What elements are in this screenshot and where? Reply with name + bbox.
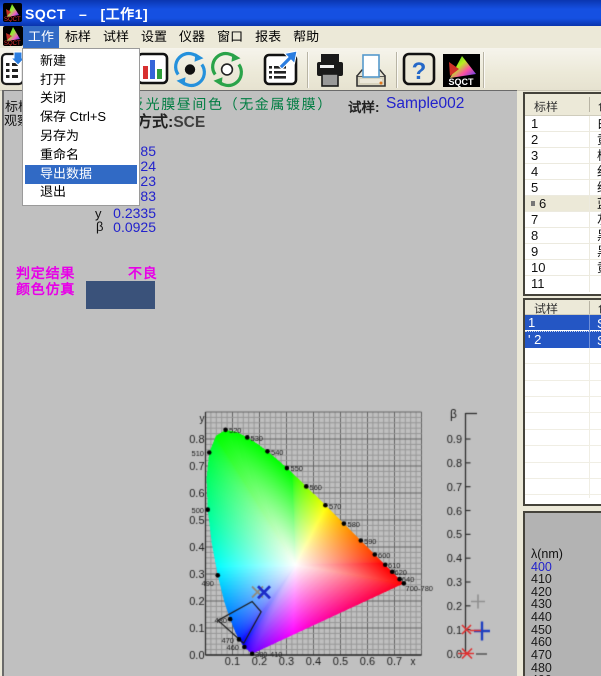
svg-text:SQCT: SQCT xyxy=(4,17,21,22)
svg-text:?: ? xyxy=(412,58,427,85)
svg-text:SQCT: SQCT xyxy=(448,77,474,87)
svg-text:SQCT: SQCT xyxy=(4,41,21,46)
